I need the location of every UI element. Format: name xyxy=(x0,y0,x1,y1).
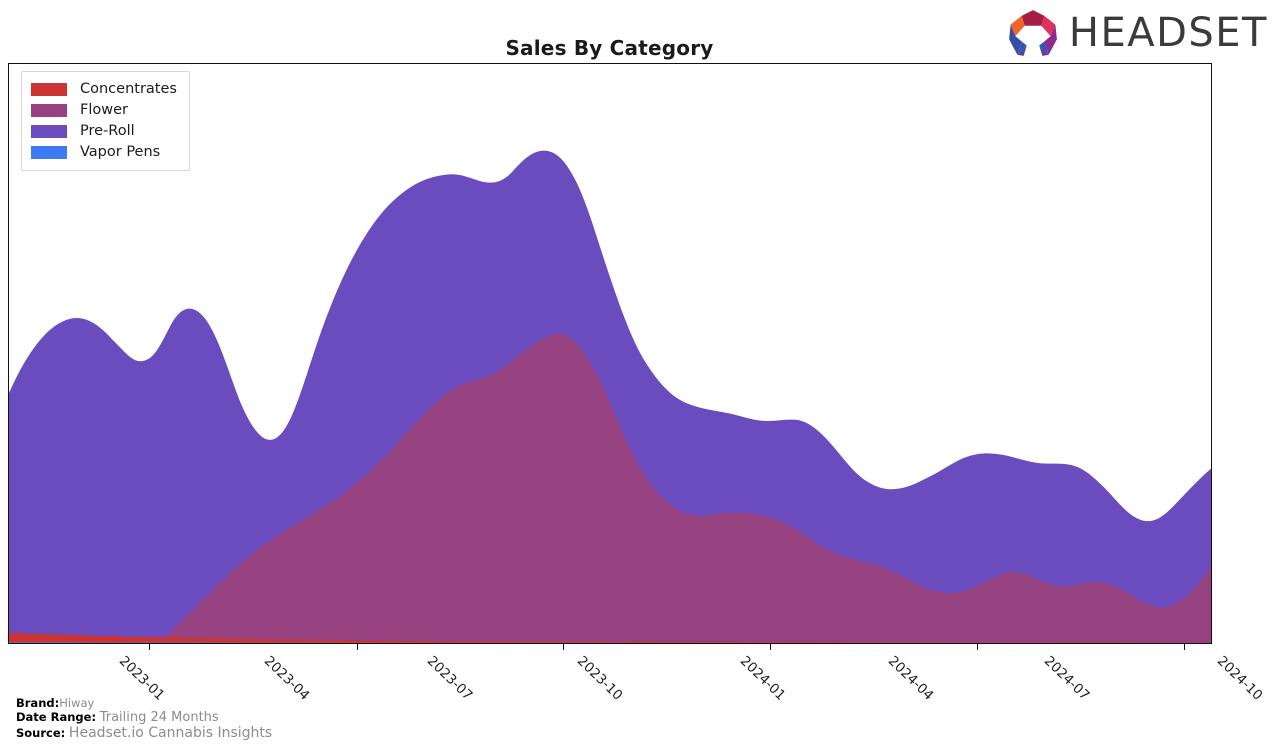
footer-key-brand: Brand: xyxy=(16,695,60,710)
legend-item-concentrates[interactable]: Concentrates xyxy=(31,79,177,100)
legend-swatch-flower xyxy=(31,104,67,117)
headset-logo-text: HEADSET xyxy=(1068,10,1268,56)
footer-key-date-range: Date Range: xyxy=(16,710,97,724)
footer-key-source: Source: xyxy=(16,725,66,740)
chart-legend: Concentrates Flower Pre-Roll Vapor Pens xyxy=(21,71,190,171)
footer-row-source: Source: Headset.io Cannabis Insights xyxy=(16,724,273,741)
headset-logo: HEADSET xyxy=(1007,9,1268,57)
x-tick-mark xyxy=(770,644,771,650)
footer-value-source: Headset.io Cannabis Insights xyxy=(68,724,273,741)
footer-value-date-range: Trailing 24 Months xyxy=(99,710,219,725)
x-tick-mark xyxy=(357,644,358,650)
headset-logo-mark xyxy=(1008,10,1057,56)
legend-swatch-pre-roll xyxy=(31,125,67,138)
x-tick-label: 2023-10 xyxy=(573,653,626,704)
footer-row-date-range: Date Range: Trailing 24 Months xyxy=(16,710,272,726)
footer-value-brand: Hiway xyxy=(59,695,95,710)
x-tick-mark xyxy=(977,644,978,650)
x-tick-label: 2023-07 xyxy=(423,653,476,704)
x-tick-label: 2024-07 xyxy=(1040,653,1093,704)
x-tick-mark xyxy=(1184,644,1185,650)
x-tick-label: 2024-10 xyxy=(1213,653,1266,704)
x-tick-label: 2024-01 xyxy=(736,653,789,704)
legend-label-concentrates: Concentrates xyxy=(80,81,177,98)
legend-label-flower: Flower xyxy=(80,102,128,119)
legend-item-pre-roll[interactable]: Pre-Roll xyxy=(31,121,177,142)
chart-footer: Brand:Hiway Date Range: Trailing 24 Mont… xyxy=(16,696,272,741)
legend-item-vapor-pens[interactable]: Vapor Pens xyxy=(31,142,177,163)
legend-label-pre-roll: Pre-Roll xyxy=(80,123,135,140)
x-tick-mark xyxy=(149,644,150,650)
legend-label-vapor-pens: Vapor Pens xyxy=(80,144,161,161)
legend-swatch-concentrates xyxy=(31,83,67,96)
x-tick-mark xyxy=(563,644,564,650)
legend-swatch-vapor-pens xyxy=(31,146,67,159)
chart-plot-area: Concentrates Flower Pre-Roll Vapor Pens xyxy=(8,63,1212,644)
x-tick-label: 2024-04 xyxy=(884,653,937,704)
legend-item-flower[interactable]: Flower xyxy=(31,100,177,121)
footer-row-brand: Brand:Hiway xyxy=(16,696,272,711)
